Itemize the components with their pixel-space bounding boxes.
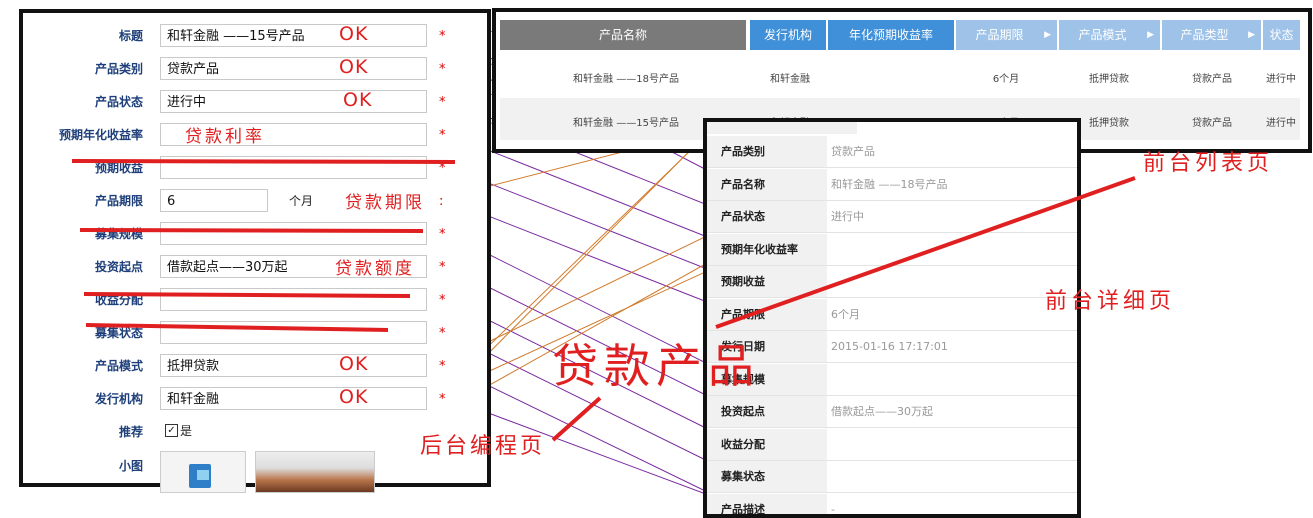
list-page-annotation: 前台列表页 (1143, 145, 1273, 177)
admin-page-annotation: 后台编程页 (420, 428, 545, 460)
detail-page-annotation: 前台详细页 (1045, 283, 1175, 315)
strike-through-stroke (80, 230, 423, 231)
center-annotation: 贷款产品 (552, 330, 760, 396)
red-arrow-stroke (553, 398, 600, 440)
strike-through-stroke (72, 161, 455, 162)
annotation-strokes (0, 0, 1313, 515)
strike-through-stroke (84, 294, 410, 296)
strike-through-stroke (86, 325, 388, 330)
